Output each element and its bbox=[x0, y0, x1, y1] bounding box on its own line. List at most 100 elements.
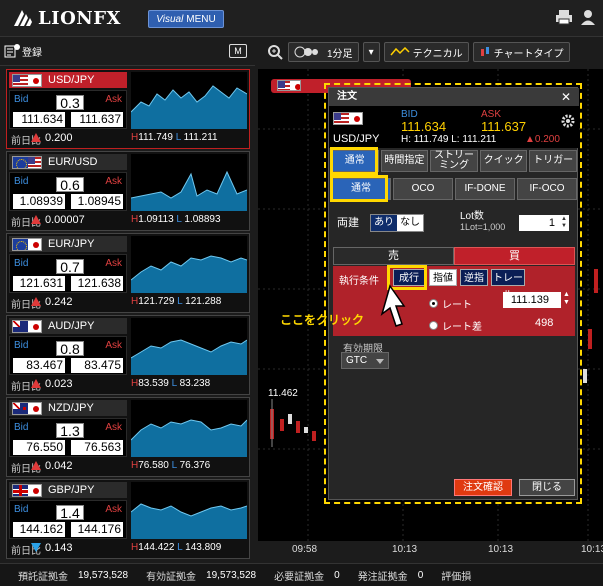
user-icon[interactable] bbox=[579, 8, 597, 26]
order-bid-value: 111.634 bbox=[401, 119, 447, 134]
rate-panel-list: USD/JPY Bid Ask 0.3 111.634 111.637 前日比 … bbox=[6, 69, 250, 561]
m-button[interactable]: M bbox=[229, 44, 247, 58]
low-value: 1.08893 bbox=[184, 214, 221, 225]
triangle-up-icon bbox=[31, 133, 41, 142]
panel-quote: Bid Ask 1.4 144.162 144.176 bbox=[9, 500, 127, 539]
ask-label: Ask bbox=[105, 176, 122, 187]
currency-flag-icon bbox=[12, 155, 42, 169]
chart-type-label: チャートタイプ bbox=[493, 48, 564, 60]
ask-button[interactable]: 111.637 bbox=[71, 112, 123, 127]
position-on-option[interactable]: あり bbox=[371, 215, 398, 232]
rate-radio-label: レート bbox=[442, 300, 472, 311]
buy-button[interactable]: 買 bbox=[454, 247, 575, 265]
rate-diff-radio-label: レート差 bbox=[442, 322, 482, 333]
left-toolbar: 登録 M bbox=[0, 38, 255, 66]
candlestick-icon bbox=[480, 47, 489, 56]
position-row: 両建 あり なし bbox=[337, 214, 425, 233]
panel-quote: Bid Ask 0.8 83.467 83.475 bbox=[9, 336, 127, 375]
triangle-up-icon bbox=[31, 215, 41, 224]
print-icon[interactable] bbox=[555, 8, 573, 26]
rate-panel-eurjpy[interactable]: EUR/JPY Bid Ask 0.7 121.631 121.638 前日比 … bbox=[6, 233, 250, 313]
order-high-low: H: 111.749 L: 111.211 bbox=[401, 134, 497, 145]
order-method-tab-1[interactable]: OCO bbox=[393, 178, 453, 200]
trail-order-button[interactable]: トレール bbox=[491, 269, 525, 301]
rate-panel-usdjpy[interactable]: USD/JPY Bid Ask 0.3 111.634 111.637 前日比 … bbox=[6, 69, 250, 149]
rate-stepper-icon[interactable]: ▲ ▼ bbox=[563, 291, 570, 307]
position-off-option[interactable]: なし bbox=[397, 215, 424, 232]
ask-button[interactable]: 1.08945 bbox=[71, 194, 123, 209]
bid-button[interactable]: 1.08939 bbox=[13, 194, 65, 209]
technical-icon bbox=[390, 47, 410, 56]
account-label-4: 評価損 bbox=[441, 571, 472, 583]
chevron-down-button[interactable]: ▾ bbox=[362, 42, 380, 62]
bid-label: Bid bbox=[14, 504, 29, 515]
order-type-tab-1[interactable]: 時間指定 bbox=[380, 150, 429, 172]
panel-quote: Bid Ask 0.3 111.634 111.637 bbox=[9, 90, 127, 129]
low-value: 143.809 bbox=[185, 542, 222, 553]
pair-name: AUD/JPY bbox=[48, 320, 95, 332]
timeframe-select[interactable]: 1分足 bbox=[288, 42, 359, 62]
rate-panel-audjpy[interactable]: AUD/JPY Bid Ask 0.8 83.467 83.475 前日比 0.… bbox=[6, 315, 250, 395]
change-value: 0.200 bbox=[45, 132, 73, 144]
rate-radio[interactable]: レート bbox=[429, 296, 472, 311]
order-type-tab-2[interactable]: ストリーミング bbox=[430, 150, 478, 172]
time-label-3: 10:13 bbox=[488, 544, 514, 555]
order-type-tab-3[interactable]: クイック bbox=[479, 150, 528, 172]
spread-value: 0.6 bbox=[56, 177, 84, 193]
lot-label-block: Lot数 1Lot=1,000 bbox=[460, 211, 505, 233]
ask-button[interactable]: 144.176 bbox=[71, 522, 123, 537]
chart-price-label: 11.462 bbox=[268, 388, 298, 399]
lot-value: 1 bbox=[548, 217, 555, 229]
technical-button[interactable]: テクニカル bbox=[383, 42, 469, 62]
gear-icon[interactable] bbox=[561, 114, 575, 128]
order-pair-flag bbox=[333, 112, 363, 125]
account-status-bar: 預託証拠金 19,573,528 有効証拠金 19,573,528 必要証拠金 0 発注証拠… bbox=[0, 563, 603, 586]
rate-panel-gbpjpy[interactable]: GBP/JPY Bid Ask 1.4 144.162 144.176 前日比 … bbox=[6, 479, 250, 559]
bid-button[interactable]: 144.162 bbox=[13, 522, 65, 537]
ask-label: Ask bbox=[105, 94, 122, 105]
rate-panel-nzdjpy[interactable]: NZD/JPY Bid Ask 1.3 76.550 76.563 前日比 0.… bbox=[6, 397, 250, 477]
bid-button[interactable]: 76.550 bbox=[13, 440, 65, 455]
stop-order-button[interactable]: 逆指 bbox=[460, 269, 488, 286]
close-icon[interactable]: ✕ bbox=[559, 90, 573, 104]
lot-quantity-stepper[interactable]: 1 ▲ ▼ bbox=[519, 215, 569, 231]
panel-header: GBP/JPY bbox=[9, 482, 127, 498]
ask-button[interactable]: 83.475 bbox=[71, 358, 123, 373]
bid-button[interactable]: 83.467 bbox=[13, 358, 65, 373]
currency-flag-icon bbox=[12, 237, 42, 251]
triangle-up-icon bbox=[31, 379, 41, 388]
chart-type-button[interactable]: チャートタイプ bbox=[472, 42, 570, 62]
expiry-select[interactable]: GTC bbox=[341, 352, 389, 369]
order-method-tab-3[interactable]: IF-OCO bbox=[517, 178, 577, 200]
sparkline-chart bbox=[131, 482, 247, 539]
bid-label: Bid bbox=[14, 258, 29, 269]
bid-button[interactable]: 121.631 bbox=[13, 276, 65, 291]
change-value: 0.00007 bbox=[45, 214, 85, 226]
technical-label: テクニカル bbox=[412, 48, 463, 60]
limit-order-button[interactable]: 指値 bbox=[429, 269, 457, 286]
order-ask-value: 111.637 bbox=[481, 119, 527, 134]
stepper-arrows-icon[interactable]: ▲ ▼ bbox=[561, 216, 567, 230]
bid-button[interactable]: 111.634 bbox=[13, 112, 65, 127]
order-method-tab-2[interactable]: IF-DONE bbox=[455, 178, 515, 200]
sell-button[interactable]: 売 bbox=[333, 247, 454, 265]
rate-input[interactable]: 111.139 bbox=[503, 292, 561, 308]
visual-menu-button[interactable]: Visual MENU bbox=[148, 10, 224, 28]
time-label-2: 10:13 bbox=[392, 544, 418, 555]
rate-panel-eurusd[interactable]: EUR/USD Bid Ask 0.6 1.08939 1.08945 前日比 … bbox=[6, 151, 250, 231]
high-value: 1.09113 bbox=[138, 214, 174, 225]
sparkline-chart bbox=[131, 72, 247, 129]
order-rate-header: USD/JPY BID 111.634 ASK 111.637 H: 111.7… bbox=[329, 106, 579, 148]
ask-button[interactable]: 76.563 bbox=[71, 440, 123, 455]
register-button[interactable]: 登録 bbox=[4, 43, 42, 59]
currency-flag-icon bbox=[12, 483, 42, 497]
close-button[interactable]: 閉じる bbox=[519, 479, 575, 496]
order-type-tab-4[interactable]: トリガー bbox=[529, 150, 577, 172]
ask-button[interactable]: 121.638 bbox=[71, 276, 123, 291]
triangle-down-icon bbox=[31, 543, 41, 552]
rate-diff-radio[interactable]: レート差 bbox=[429, 318, 482, 333]
order-pair-name: USD/JPY bbox=[333, 133, 380, 145]
order-confirm-button[interactable]: 注文確認 bbox=[454, 479, 512, 496]
lot-unit: 1Lot=1,000 bbox=[460, 222, 506, 232]
zoom-icon[interactable] bbox=[266, 43, 284, 61]
